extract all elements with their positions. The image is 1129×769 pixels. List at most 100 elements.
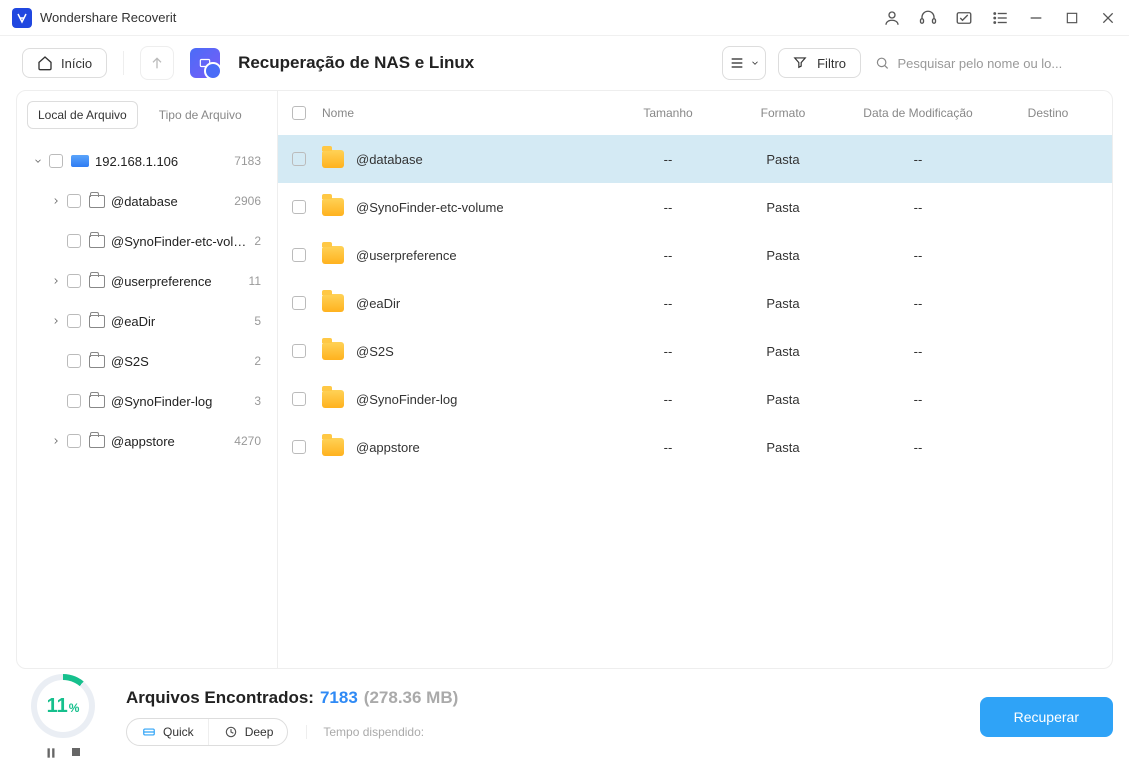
- home-button[interactable]: Início: [22, 48, 107, 78]
- tree-item-label: @SynoFinder-etc-volu...: [111, 234, 248, 249]
- page-icon: [190, 48, 220, 78]
- filter-button[interactable]: Filtro: [778, 48, 861, 78]
- row-modified: --: [838, 200, 998, 215]
- row-checkbox[interactable]: [292, 200, 306, 214]
- chevron-right-icon[interactable]: [45, 436, 67, 446]
- progress-value: 11%: [47, 695, 80, 718]
- checkbox[interactable]: [67, 394, 81, 408]
- quick-scan-button[interactable]: Quick: [127, 719, 208, 745]
- view-mode-button[interactable]: [722, 46, 766, 80]
- progress-area: 11%: [16, 674, 110, 760]
- deep-icon: [223, 725, 239, 739]
- row-modified: --: [838, 440, 998, 455]
- tree-item[interactable]: @userpreference 11: [21, 261, 271, 301]
- folder-icon: [322, 246, 344, 264]
- col-format[interactable]: Formato: [728, 106, 838, 120]
- pause-icon[interactable]: [44, 746, 58, 760]
- minimize-icon[interactable]: [1027, 9, 1045, 27]
- device-icon: [71, 155, 89, 167]
- chevron-right-icon[interactable]: [45, 316, 67, 326]
- search-input[interactable]: [897, 56, 1111, 71]
- tree-root[interactable]: 192.168.1.106 7183: [21, 141, 271, 181]
- row-checkbox[interactable]: [292, 392, 306, 406]
- checkbox[interactable]: [67, 234, 81, 248]
- folder-outline-icon: [89, 195, 105, 208]
- app-title: Wondershare Recoverit: [40, 10, 176, 25]
- folder-icon: [322, 438, 344, 456]
- up-button[interactable]: [140, 46, 174, 80]
- row-name: @userpreference: [356, 248, 457, 263]
- account-icon[interactable]: [883, 9, 901, 27]
- tree-item[interactable]: @database 2906: [21, 181, 271, 221]
- content-panel: Nome Tamanho Formato Data de Modificação…: [278, 90, 1113, 669]
- table-row[interactable]: @SynoFinder-etc-volume -- Pasta --: [278, 183, 1112, 231]
- row-size: --: [608, 248, 728, 263]
- row-checkbox[interactable]: [292, 344, 306, 358]
- maximize-icon[interactable]: [1063, 9, 1081, 27]
- footer-mid: Arquivos Encontrados: 7183 (278.36 MB) Q…: [126, 688, 964, 746]
- row-format: Pasta: [728, 344, 838, 359]
- row-size: --: [608, 344, 728, 359]
- checkbox[interactable]: [67, 354, 81, 368]
- title-bar-right: [883, 9, 1117, 27]
- row-checkbox[interactable]: [292, 248, 306, 262]
- row-size: --: [608, 200, 728, 215]
- table-row[interactable]: @userpreference -- Pasta --: [278, 231, 1112, 279]
- col-modified[interactable]: Data de Modificação: [838, 106, 998, 120]
- tree-item[interactable]: @appstore 4270: [21, 421, 271, 461]
- deep-scan-button[interactable]: Deep: [208, 719, 288, 745]
- tree-root-label: 192.168.1.106: [95, 154, 228, 169]
- checkbox[interactable]: [67, 274, 81, 288]
- tab-file-location[interactable]: Local de Arquivo: [27, 101, 138, 129]
- col-dest[interactable]: Destino: [998, 106, 1098, 120]
- quick-label: Quick: [163, 725, 194, 739]
- row-modified: --: [838, 152, 998, 167]
- scan-row: Quick Deep Tempo dispendido:: [126, 718, 964, 746]
- row-format: Pasta: [728, 248, 838, 263]
- col-name[interactable]: Nome: [322, 106, 608, 120]
- folder-icon: [322, 294, 344, 312]
- toolbar-right: Filtro: [722, 46, 1113, 80]
- deep-label: Deep: [245, 725, 274, 739]
- table-row[interactable]: @eaDir -- Pasta --: [278, 279, 1112, 327]
- support-icon[interactable]: [919, 9, 937, 27]
- stop-icon[interactable]: [70, 746, 82, 760]
- row-checkbox[interactable]: [292, 152, 306, 166]
- row-modified: --: [838, 296, 998, 311]
- checkbox[interactable]: [49, 154, 63, 168]
- checkbox[interactable]: [67, 314, 81, 328]
- list-icon[interactable]: [991, 9, 1009, 27]
- recover-button[interactable]: Recuperar: [980, 697, 1113, 737]
- scan-mode-toggle: Quick Deep: [126, 718, 288, 746]
- main-area: Local de Arquivo Tipo de Arquivo 192.168…: [0, 90, 1129, 669]
- row-name: @database: [356, 152, 423, 167]
- row-size: --: [608, 392, 728, 407]
- chevron-right-icon[interactable]: [45, 196, 67, 206]
- chevron-down-icon[interactable]: [27, 156, 49, 166]
- row-checkbox[interactable]: [292, 296, 306, 310]
- col-size[interactable]: Tamanho: [608, 106, 728, 120]
- search-box[interactable]: [873, 51, 1113, 75]
- table-row[interactable]: @S2S -- Pasta --: [278, 327, 1112, 375]
- tab-file-type[interactable]: Tipo de Arquivo: [148, 101, 253, 129]
- table-row[interactable]: @database -- Pasta --: [278, 135, 1112, 183]
- checkbox[interactable]: [67, 194, 81, 208]
- table-header: Nome Tamanho Formato Data de Modificação…: [278, 91, 1112, 135]
- row-checkbox[interactable]: [292, 440, 306, 454]
- checkbox[interactable]: [67, 434, 81, 448]
- close-icon[interactable]: [1099, 9, 1117, 27]
- tree-item[interactable]: @SynoFinder-etc-volu... 2: [21, 221, 271, 261]
- row-format: Pasta: [728, 200, 838, 215]
- select-all-checkbox[interactable]: [292, 106, 306, 120]
- chevron-right-icon[interactable]: [45, 276, 67, 286]
- row-name: @SynoFinder-etc-volume: [356, 200, 504, 215]
- feedback-icon[interactable]: [955, 9, 973, 27]
- tree-item[interactable]: @S2S 2: [21, 341, 271, 381]
- table-body: @database -- Pasta -- @SynoFinder-etc-vo…: [278, 135, 1112, 668]
- tree-item[interactable]: @eaDir 5: [21, 301, 271, 341]
- tree: 192.168.1.106 7183 @database 2906 @SynoF…: [17, 135, 277, 668]
- table-row[interactable]: @SynoFinder-log -- Pasta --: [278, 375, 1112, 423]
- files-found-line: Arquivos Encontrados: 7183 (278.36 MB): [126, 688, 964, 708]
- tree-item[interactable]: @SynoFinder-log 3: [21, 381, 271, 421]
- table-row[interactable]: @appstore -- Pasta --: [278, 423, 1112, 471]
